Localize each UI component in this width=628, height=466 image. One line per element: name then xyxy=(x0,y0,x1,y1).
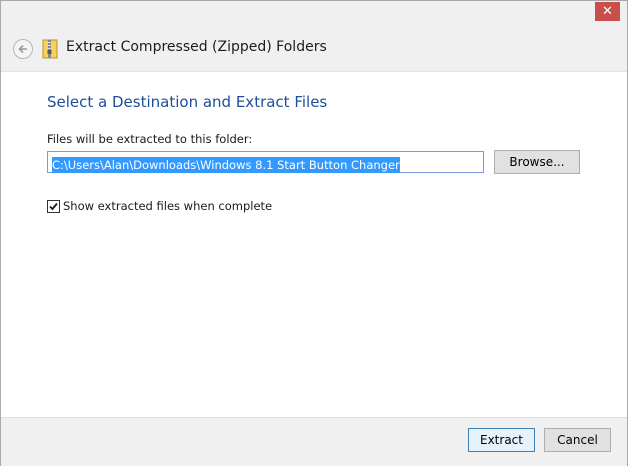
cancel-button[interactable]: Cancel xyxy=(544,428,611,452)
dialog-title: Extract Compressed (Zipped) Folders xyxy=(66,39,327,55)
page-heading: Select a Destination and Extract Files xyxy=(47,93,328,111)
checkmark-icon xyxy=(49,202,58,211)
zip-folder-icon xyxy=(42,39,58,59)
back-arrow-icon xyxy=(18,44,27,54)
content-area: Select a Destination and Extract Files F… xyxy=(1,71,627,418)
title-bar: ✕ Extract Compressed (Zipped) Folders xyxy=(1,1,627,71)
destination-path-input[interactable]: C:\Users\Alan\Downloads\Windows 8.1 Star… xyxy=(47,151,484,173)
destination-label: Files will be extracted to this folder: xyxy=(47,132,253,146)
show-files-checkbox[interactable] xyxy=(47,200,60,213)
destination-path-value: C:\Users\Alan\Downloads\Windows 8.1 Star… xyxy=(52,157,400,173)
extract-button[interactable]: Extract xyxy=(468,428,535,452)
extract-dialog: ✕ Extract Compressed (Zipped) Folders Se… xyxy=(0,0,628,466)
close-icon: ✕ xyxy=(602,4,613,19)
show-files-label[interactable]: Show extracted files when complete xyxy=(63,199,272,213)
close-button[interactable]: ✕ xyxy=(595,2,620,21)
back-button[interactable] xyxy=(13,39,33,59)
dialog-footer: Extract Cancel xyxy=(1,417,627,466)
browse-button[interactable]: Browse... xyxy=(494,150,580,174)
